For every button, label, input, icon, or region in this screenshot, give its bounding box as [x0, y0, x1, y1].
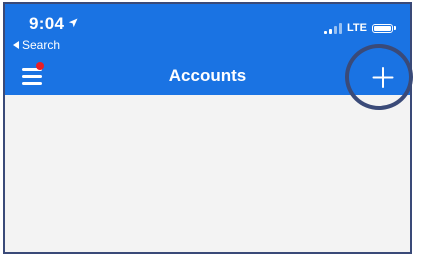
network-type-label: LTE	[347, 22, 367, 34]
app-header: 9:04 Search LTE Accounts	[5, 4, 410, 95]
cellular-signal-icon	[324, 22, 343, 34]
back-to-search-link[interactable]: Search	[13, 38, 60, 52]
back-triangle-icon	[13, 41, 19, 49]
phone-screen: 9:04 Search LTE Accounts	[3, 2, 412, 254]
add-account-button[interactable]	[368, 62, 398, 92]
back-to-search-label: Search	[22, 38, 61, 52]
status-time: 9:04	[29, 14, 78, 34]
location-arrow-icon	[69, 18, 78, 28]
status-indicators: LTE	[324, 22, 396, 34]
status-time-text: 9:04	[29, 14, 65, 33]
accounts-list-area	[5, 95, 410, 252]
plus-icon	[372, 67, 394, 88]
battery-icon	[372, 23, 396, 33]
page-title: Accounts	[168, 66, 247, 85]
